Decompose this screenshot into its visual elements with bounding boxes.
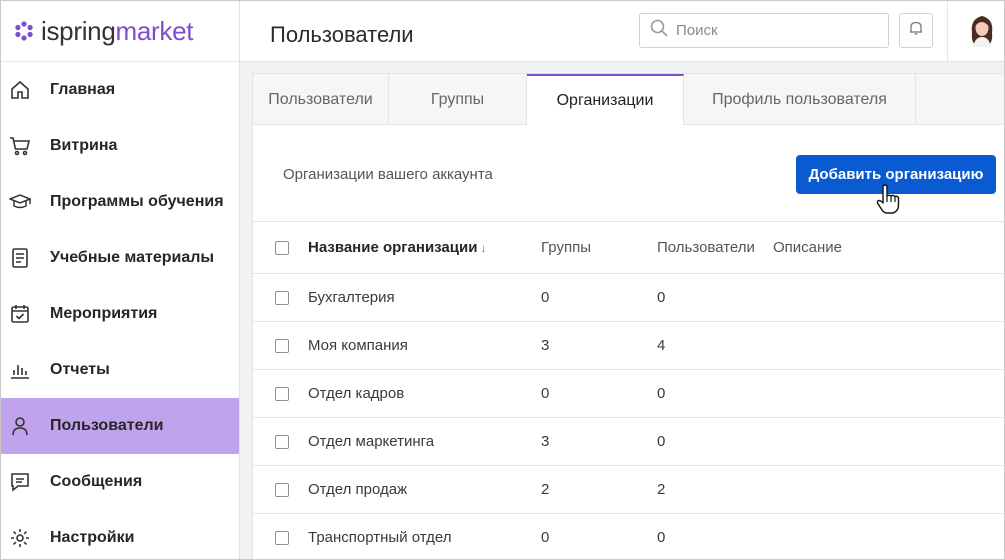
header-divider <box>947 1 948 62</box>
app-window: ispringmarket Главная Витрина Программы … <box>0 0 1005 560</box>
cell-groups: 3 <box>541 433 550 450</box>
section-caption: Организации вашего аккаунта <box>283 166 493 183</box>
message-icon <box>9 471 31 493</box>
cell-groups: 0 <box>541 289 550 306</box>
cell-groups: 3 <box>541 337 550 354</box>
table-row[interactable]: Моя компания 3 4 <box>253 322 1004 370</box>
sidebar-item-label: Отчеты <box>50 361 110 378</box>
table-row[interactable]: Отдел маркетинга 3 0 <box>253 418 1004 466</box>
cell-users: 4 <box>657 337 666 354</box>
tab-users[interactable]: Пользователи <box>253 74 389 125</box>
cell-groups: 0 <box>541 529 550 546</box>
calendar-check-icon <box>9 303 31 325</box>
table-row[interactable]: Отдел продаж 2 2 <box>253 466 1004 514</box>
row-checkbox[interactable] <box>275 530 289 545</box>
cell-name[interactable]: Отдел кадров <box>308 385 541 402</box>
select-all-checkbox[interactable] <box>275 240 289 255</box>
sidebar-item-settings[interactable]: Настройки <box>1 510 239 559</box>
avatar[interactable] <box>967 13 997 47</box>
bar-chart-icon <box>9 359 31 381</box>
gear-icon <box>9 527 31 549</box>
organizations-panel: Пользователи Группы Организации Профиль … <box>252 73 1004 559</box>
row-checkbox[interactable] <box>275 290 289 305</box>
sidebar-item-showcase[interactable]: Витрина <box>1 118 239 174</box>
home-icon <box>9 79 31 101</box>
page-title: Пользователи <box>270 22 414 47</box>
sidebar-nav: Главная Витрина Программы обучения Учебн… <box>1 62 239 559</box>
cell-users: 0 <box>657 385 666 402</box>
column-header-groups[interactable]: Группы <box>541 239 657 256</box>
cell-users: 2 <box>657 481 666 498</box>
table-row[interactable]: Транспортный отдел 0 0 <box>253 514 1004 559</box>
search-input[interactable] <box>676 22 866 39</box>
cell-users: 0 <box>657 289 666 306</box>
search-icon <box>650 19 668 42</box>
cell-groups: 2 <box>541 481 550 498</box>
cell-users: 0 <box>657 433 666 450</box>
logo[interactable]: ispringmarket <box>1 1 239 62</box>
search-box[interactable] <box>639 13 889 48</box>
table-row[interactable]: Бухгалтерия 0 0 <box>253 274 1004 322</box>
ispring-logo-icon <box>13 20 35 42</box>
row-checkbox[interactable] <box>275 338 289 353</box>
sidebar-item-label: Настройки <box>50 529 135 546</box>
cell-name[interactable]: Транспортный отдел <box>308 529 541 546</box>
cell-name[interactable]: Моя компания <box>308 337 541 354</box>
sort-arrow-icon: ↓ <box>480 240 487 255</box>
bell-icon <box>909 20 923 41</box>
sidebar-item-label: Мероприятия <box>50 305 158 322</box>
row-checkbox[interactable] <box>275 386 289 401</box>
table-header: Название организации ↓ Группы Пользовате… <box>253 222 1004 274</box>
tab-organizations[interactable]: Организации <box>527 74 684 126</box>
sidebar-item-materials[interactable]: Учебные материалы <box>1 230 239 286</box>
row-checkbox[interactable] <box>275 434 289 449</box>
column-header-users[interactable]: Пользователи <box>657 239 773 256</box>
toolbar: Организации вашего аккаунта Добавить орг… <box>253 125 1004 222</box>
sidebar-item-users[interactable]: Пользователи <box>1 398 239 454</box>
cell-users: 0 <box>657 529 666 546</box>
sidebar-item-home[interactable]: Главная <box>1 62 239 118</box>
sidebar-item-messages[interactable]: Сообщения <box>1 454 239 510</box>
sidebar-item-programs[interactable]: Программы обучения <box>1 174 239 230</box>
tab-groups[interactable]: Группы <box>389 74 527 125</box>
notifications-button[interactable] <box>899 13 933 48</box>
tab-user-profile[interactable]: Профиль пользователя <box>684 74 916 125</box>
sidebar: ispringmarket Главная Витрина Программы … <box>1 1 240 559</box>
sidebar-item-label: Программы обучения <box>50 193 224 210</box>
cart-icon <box>9 135 31 157</box>
cell-groups: 0 <box>541 385 550 402</box>
sidebar-item-reports[interactable]: Отчеты <box>1 342 239 398</box>
top-header: Пользователи <box>240 1 1004 62</box>
cell-name[interactable]: Отдел маркетинга <box>308 433 541 450</box>
row-checkbox[interactable] <box>275 482 289 497</box>
user-icon <box>9 415 31 437</box>
document-icon <box>9 247 31 269</box>
logo-text: ispringmarket <box>41 16 194 46</box>
sidebar-item-label: Учебные материалы <box>50 249 215 266</box>
sidebar-item-label: Витрина <box>50 137 118 154</box>
sidebar-item-label: Главная <box>50 81 116 98</box>
sidebar-item-label: Пользователи <box>50 417 164 434</box>
sidebar-item-label: Сообщения <box>50 473 143 490</box>
cell-name[interactable]: Отдел продаж <box>308 481 541 498</box>
column-header-name[interactable]: Название организации ↓ <box>308 239 541 256</box>
table-row[interactable]: Отдел кадров 0 0 <box>253 370 1004 418</box>
add-organization-button[interactable]: Добавить организацию <box>796 155 996 194</box>
tab-bar: Пользователи Группы Организации Профиль … <box>253 74 1004 126</box>
sidebar-item-events[interactable]: Мероприятия <box>1 286 239 342</box>
table-body: Бухгалтерия 0 0 Моя компания 3 4 Отдел к… <box>253 274 1004 559</box>
graduation-cap-icon <box>9 191 31 213</box>
cell-name[interactable]: Бухгалтерия <box>308 289 541 306</box>
column-header-description[interactable]: Описание <box>773 239 842 256</box>
